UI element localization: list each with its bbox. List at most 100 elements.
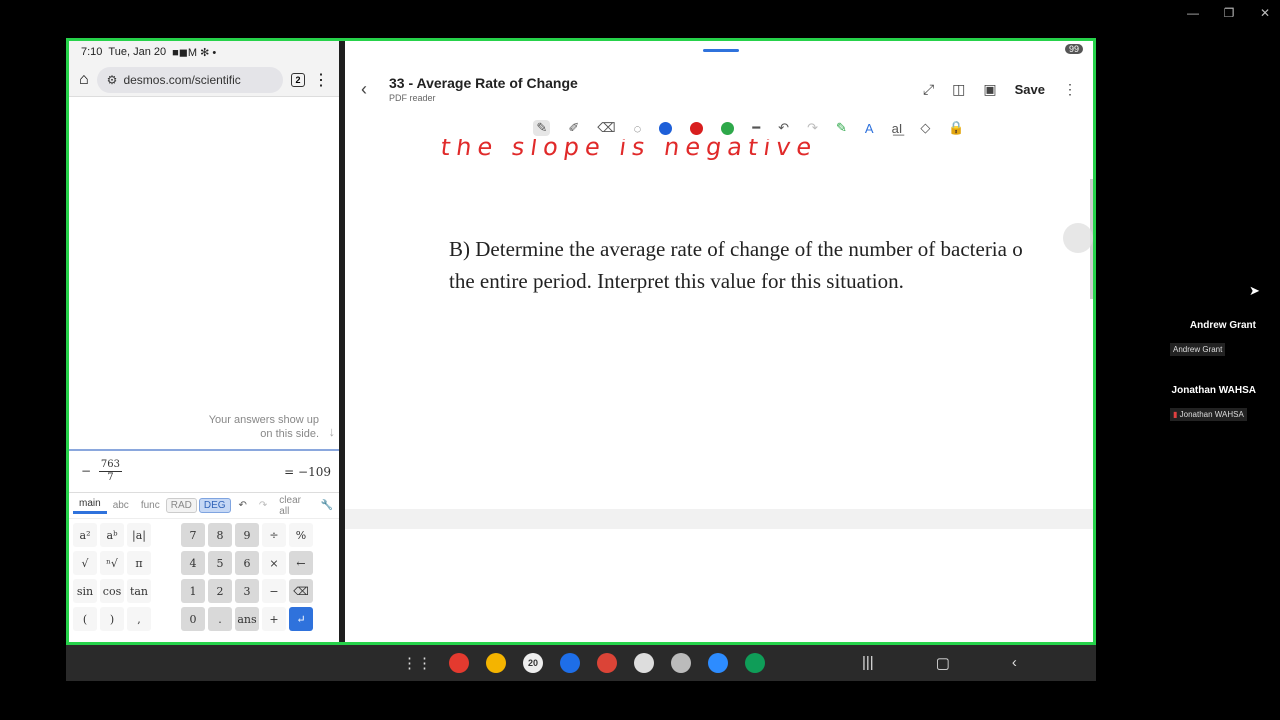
drag-handle[interactable] — [703, 49, 739, 52]
back-arrow-icon[interactable]: ‹ — [361, 79, 389, 100]
pen-tool-icon[interactable]: ✎ — [533, 120, 551, 136]
key-2[interactable]: 2 — [208, 579, 232, 603]
home-button-icon[interactable]: ▢ — [936, 654, 950, 672]
down-arrow-icon: ↓ — [328, 424, 336, 439]
deg-toggle[interactable]: DEG — [198, 498, 231, 513]
expr-numerator: 763 — [98, 459, 122, 472]
lock-icon[interactable]: 🔒 — [948, 120, 964, 136]
files-app-icon[interactable] — [486, 653, 506, 673]
clear-all-button[interactable]: clear all — [273, 495, 314, 517]
chrome-app-icon[interactable] — [597, 653, 617, 673]
bookmark-icon[interactable]: ▣ — [983, 81, 996, 98]
save-button[interactable]: Save — [1015, 82, 1045, 97]
tab-main[interactable]: main — [73, 498, 107, 514]
key-nth-root[interactable]: ⁿ√ — [100, 551, 124, 575]
camera-app-icon[interactable] — [634, 653, 654, 673]
site-settings-icon[interactable]: ⚙ — [107, 73, 118, 87]
key-7[interactable]: 7 — [181, 523, 205, 547]
key-6[interactable]: 6 — [235, 551, 259, 575]
key-0[interactable]: 0 — [181, 607, 205, 631]
key-plus[interactable]: + — [262, 607, 286, 631]
key-close-paren[interactable]: ) — [100, 607, 124, 631]
undo-icon[interactable]: ↶ — [233, 500, 253, 511]
messages-app-icon[interactable] — [560, 653, 580, 673]
keypad-tabs: main abc func RAD DEG ↶ ↷ clear all 🔧 — [69, 493, 339, 519]
key-sin[interactable]: sin — [73, 579, 97, 603]
eraser-icon[interactable]: ⌫ — [597, 120, 615, 136]
calendar-app-icon[interactable]: 20 — [523, 653, 543, 673]
more-menu-icon[interactable]: ⋮ — [313, 70, 329, 90]
multi-window-app-icon[interactable] — [671, 653, 691, 673]
key-comma[interactable]: , — [127, 607, 151, 631]
book-view-icon[interactable]: ◫ — [952, 81, 965, 98]
participant-tile[interactable]: Andrew Grant Andrew Grant — [1170, 320, 1280, 357]
expression-input[interactable]: − 763 7 — [81, 459, 122, 484]
tab-count-button[interactable]: 2 — [291, 72, 305, 87]
rad-toggle[interactable]: RAD — [165, 498, 197, 513]
key-enter[interactable]: ↵ — [289, 607, 313, 631]
pdf-page[interactable]: the slope is negative B) Determine the a… — [345, 139, 1093, 642]
key-backspace[interactable]: ⌫ — [289, 579, 313, 603]
more-options-icon[interactable]: ⋮ — [1063, 81, 1077, 98]
key-percent[interactable]: % — [289, 523, 313, 547]
key-open-paren[interactable]: ( — [73, 607, 97, 631]
floating-pen-button[interactable] — [1063, 223, 1093, 253]
key-9[interactable]: 9 — [235, 523, 259, 547]
hint-line-1: Your answers show up — [208, 414, 319, 426]
question-text: B) Determine the average rate of change … — [449, 233, 1093, 297]
key-8[interactable]: 8 — [208, 523, 232, 547]
restore-icon[interactable]: ❐ — [1222, 6, 1236, 20]
lasso-icon[interactable]: ◌ — [634, 121, 642, 136]
close-icon[interactable]: ✕ — [1258, 6, 1272, 20]
key-3[interactable]: 3 — [235, 579, 259, 603]
key-sqrt[interactable]: √ — [73, 551, 97, 575]
recents-icon[interactable]: ||| — [862, 654, 874, 672]
color-green[interactable] — [721, 121, 735, 135]
expression-result: = −109 — [284, 464, 331, 479]
expand-icon[interactable]: ⤢ — [923, 81, 934, 98]
text-style-icon[interactable]: A — [865, 121, 874, 136]
back-button-icon[interactable]: ‹ — [1012, 654, 1017, 672]
key-square[interactable]: a² — [73, 523, 97, 547]
key-decimal[interactable]: . — [208, 607, 232, 631]
key-1[interactable]: 1 — [181, 579, 205, 603]
marker-icon[interactable]: ✎ — [836, 120, 847, 136]
redo-icon[interactable]: ↷ — [253, 500, 273, 511]
text-box-icon[interactable]: a͟I — [892, 121, 903, 136]
key-4[interactable]: 4 — [181, 551, 205, 575]
key-power[interactable]: aᵇ — [100, 523, 124, 547]
redo-icon[interactable]: ↷ — [807, 120, 818, 136]
notes-app-icon[interactable] — [449, 653, 469, 673]
pdf-reader-pane: 99 ‹ 33 - Average Rate of Change PDF rea… — [345, 41, 1093, 642]
highlighter-icon[interactable]: ✐ — [568, 120, 579, 136]
key-ans[interactable]: ans — [235, 607, 259, 631]
app-drawer-icon[interactable]: ⋮⋮ — [402, 654, 432, 672]
stroke-width-icon[interactable]: ━ — [752, 120, 760, 136]
key-5[interactable]: 5 — [208, 551, 232, 575]
color-blue[interactable] — [659, 121, 673, 135]
shapes-icon[interactable]: ◇ — [920, 120, 930, 136]
wrench-icon[interactable]: 🔧 — [315, 500, 339, 511]
minimize-icon[interactable]: — — [1186, 6, 1200, 20]
color-red[interactable] — [690, 121, 704, 135]
undo-icon[interactable]: ↶ — [778, 120, 789, 136]
key-minus[interactable]: − — [262, 579, 286, 603]
key-abs[interactable]: |a| — [127, 523, 151, 547]
tab-func[interactable]: func — [135, 500, 166, 511]
expr-denominator: 7 — [107, 472, 114, 483]
key-pi[interactable]: π — [127, 551, 151, 575]
drive-app-icon[interactable] — [745, 653, 765, 673]
participant-tile[interactable]: Jonathan WAHSA ▮ Jonathan WAHSA — [1170, 385, 1280, 422]
question-line-2: the entire period. Interpret this value … — [449, 269, 904, 293]
key-cos[interactable]: cos — [100, 579, 124, 603]
key-spacer — [154, 607, 178, 631]
key-left-arrow[interactable]: ← — [289, 551, 313, 575]
address-field[interactable]: ⚙ desmos.com/scientific — [96, 66, 283, 93]
key-tan[interactable]: tan — [127, 579, 151, 603]
zoom-app-icon[interactable] — [708, 653, 728, 673]
home-icon[interactable]: ⌂ — [79, 71, 89, 89]
key-multiply[interactable]: × — [262, 551, 286, 575]
key-divide[interactable]: ÷ — [262, 523, 286, 547]
expression-row[interactable]: − 763 7 = −109 — [69, 449, 339, 493]
tab-abc[interactable]: abc — [107, 500, 135, 511]
